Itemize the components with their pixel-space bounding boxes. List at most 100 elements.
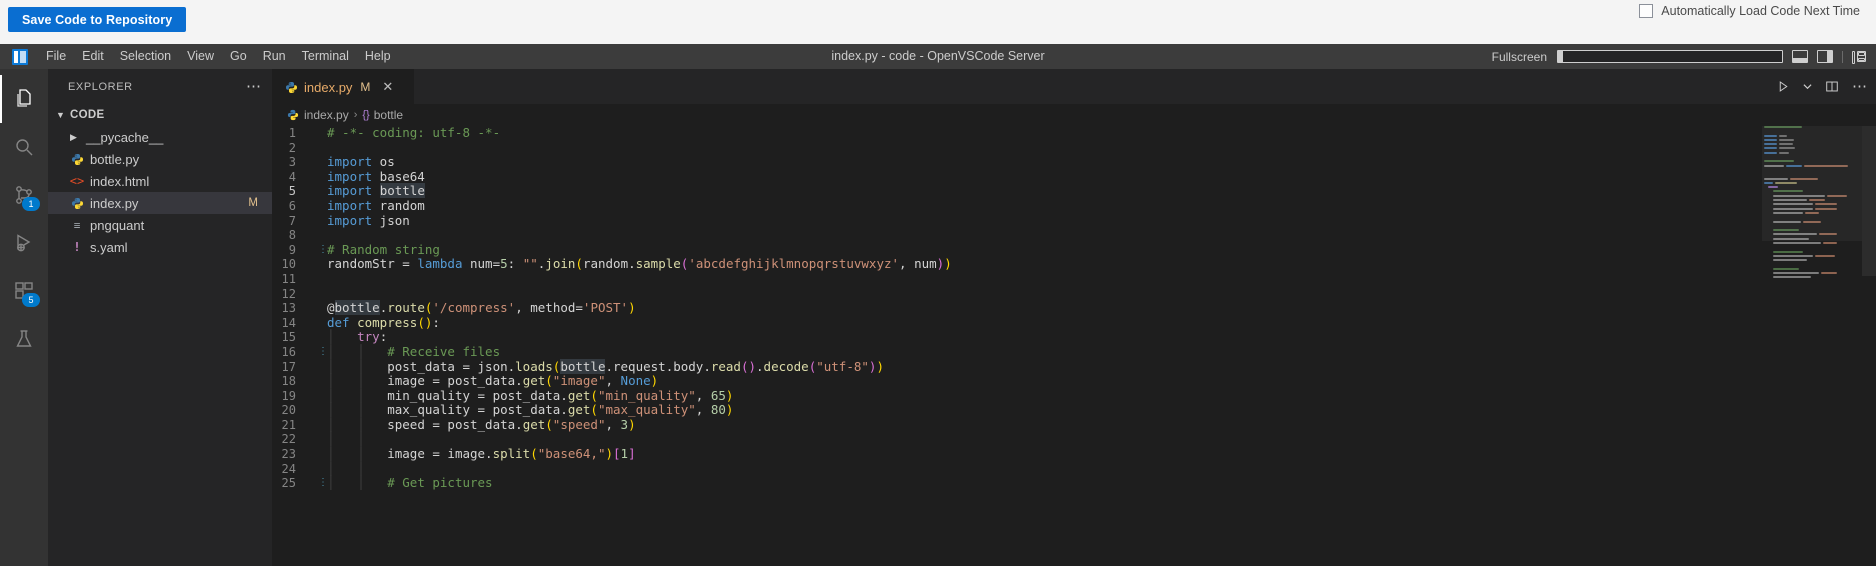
- code-line-7: 7 import json: [272, 212, 1876, 229]
- line-content: import json: [327, 212, 410, 228]
- fold-gutter[interactable]: ⋮: [318, 243, 328, 258]
- python-file-icon: [284, 80, 298, 94]
- fold-gutter[interactable]: [318, 330, 327, 345]
- line-number: 16: [281, 344, 296, 359]
- line-content: │ │: [327, 460, 365, 476]
- fold-gutter[interactable]: [318, 316, 327, 331]
- folder-root-code[interactable]: ▼ CODE: [48, 104, 272, 126]
- save-code-to-repository-button[interactable]: Save Code to Repository: [8, 7, 187, 32]
- code-line-3: 3 import os: [272, 154, 1876, 170]
- more-actions-icon[interactable]: ⋯: [1852, 79, 1868, 94]
- minimap-slider[interactable]: [1762, 126, 1862, 241]
- breadcrumb-file[interactable]: index.py: [286, 108, 349, 122]
- tree-item-pycache[interactable]: ▶ __pycache__: [48, 126, 272, 148]
- fold-gutter[interactable]: [318, 126, 327, 141]
- code-line-22: 22 │ │: [272, 432, 1876, 447]
- fold-gutter[interactable]: [318, 184, 327, 199]
- workbench: 1 5 EXPLORER ⋯ ▼ CODE ▶ __pycache__ bott…: [0, 69, 1876, 566]
- python-file-icon: [286, 108, 300, 122]
- line-content: │ │ max_quality = post_data.get("max_qua…: [327, 402, 734, 418]
- run-debug-icon: [17, 234, 31, 252]
- activitybar-item-source-control[interactable]: 1: [0, 171, 48, 219]
- fold-gutter[interactable]: [318, 214, 327, 229]
- activitybar-item-run-and-debug[interactable]: [0, 219, 48, 267]
- fold-gutter[interactable]: [318, 432, 327, 447]
- editor-group: index.py M ✕ ⋯ index.py › {} bottle 1 # …: [272, 69, 1876, 566]
- breadcrumb-symbol[interactable]: {} bottle: [362, 108, 403, 122]
- code-line-10: 10 randomStr = lambda num=5: "".join(rand…: [272, 257, 1876, 272]
- fold-gutter[interactable]: [318, 389, 327, 404]
- run-python-file-icon[interactable]: [1777, 80, 1790, 93]
- fold-gutter[interactable]: [318, 228, 327, 243]
- menu-view[interactable]: View: [179, 44, 222, 69]
- menu-selection[interactable]: Selection: [112, 44, 179, 69]
- tree-item-bottle-py[interactable]: bottle.py: [48, 148, 272, 170]
- line-content: import bottle: [327, 183, 425, 199]
- fold-gutter[interactable]: ⋮: [318, 345, 328, 360]
- fold-gutter[interactable]: [318, 199, 327, 214]
- activitybar-item-search[interactable]: [0, 123, 48, 171]
- fold-gutter[interactable]: [318, 170, 327, 185]
- toggle-panel-icon[interactable]: [1792, 50, 1808, 63]
- line-number: 20: [281, 403, 296, 418]
- toggle-secondary-sidebar-icon[interactable]: [1817, 50, 1833, 63]
- menu-help[interactable]: Help: [357, 44, 399, 69]
- fold-gutter[interactable]: ⋮: [318, 476, 328, 491]
- title-bar-right: Fullscreen: [1492, 44, 1866, 69]
- ellipsis-icon[interactable]: ⋯: [246, 79, 262, 94]
- autoload-checkbox[interactable]: [1639, 4, 1654, 18]
- menu-run[interactable]: Run: [255, 44, 294, 69]
- fold-gutter[interactable]: [318, 462, 327, 477]
- menu-bar: File Edit Selection View Go Run Terminal…: [38, 44, 399, 69]
- breadcrumb: index.py › {} bottle: [272, 104, 1876, 126]
- split-editor-right-icon[interactable]: [1825, 80, 1839, 93]
- fold-gutter[interactable]: [318, 155, 327, 170]
- fold-gutter[interactable]: [318, 141, 327, 156]
- code-editor[interactable]: 1 # -*- coding: utf-8 -*- 2 3 import os 4 i…: [272, 126, 1876, 566]
- search-icon: [16, 139, 33, 156]
- fold-gutter[interactable]: [318, 257, 327, 272]
- line-number: 2: [288, 140, 296, 155]
- chevron-down-icon[interactable]: [1803, 82, 1812, 91]
- tree-item-pngquant[interactable]: ≡ pngquant: [48, 214, 272, 236]
- activitybar-item-testing[interactable]: [0, 315, 48, 363]
- editor-tab-index-py[interactable]: index.py M ✕: [272, 69, 414, 104]
- scrollbar-thumb[interactable]: [1862, 126, 1876, 276]
- fold-gutter[interactable]: [318, 287, 327, 302]
- close-icon[interactable]: ✕: [382, 79, 393, 95]
- code-line-12: 12: [272, 287, 1876, 302]
- activitybar-item-extensions[interactable]: 5: [0, 267, 48, 315]
- line-content: [327, 228, 1876, 243]
- line-number: 11: [281, 271, 296, 286]
- menu-go[interactable]: Go: [222, 44, 255, 69]
- menu-terminal[interactable]: Terminal: [294, 44, 357, 69]
- folder-root-label: CODE: [70, 109, 105, 121]
- line-content: │ │ # Get pictures: [327, 475, 493, 491]
- fold-gutter[interactable]: [318, 403, 327, 418]
- activitybar-item-explorer[interactable]: [0, 75, 48, 123]
- menu-file[interactable]: File: [38, 44, 74, 69]
- tree-item-index-py[interactable]: index.py M: [48, 192, 272, 214]
- line-number: 12: [281, 286, 296, 301]
- chevron-right-icon: ▶: [70, 131, 77, 142]
- fullscreen-label[interactable]: Fullscreen: [1492, 50, 1547, 64]
- customize-layout-icon[interactable]: [1852, 51, 1866, 64]
- line-number: 6: [288, 198, 296, 213]
- editor-scrollbar-vertical[interactable]: [1862, 126, 1876, 566]
- fold-gutter[interactable]: [318, 447, 327, 462]
- title-bar: File Edit Selection View Go Run Terminal…: [0, 44, 1876, 69]
- tree-item-index-html[interactable]: <> index.html: [48, 170, 272, 192]
- toggle-primary-sidebar-icon[interactable]: [1557, 50, 1783, 63]
- line-number: 25: [281, 476, 296, 491]
- yaml-file-icon: !: [73, 240, 81, 254]
- menu-edit[interactable]: Edit: [74, 44, 112, 69]
- fold-gutter[interactable]: [318, 418, 327, 433]
- fold-gutter[interactable]: [318, 272, 327, 287]
- tree-item-s-yaml[interactable]: ! s.yaml: [48, 236, 272, 258]
- fold-gutter[interactable]: [318, 374, 327, 389]
- fold-gutter[interactable]: [318, 360, 327, 375]
- code-line-5: 5 import bottle: [272, 183, 1876, 199]
- explorer-header: EXPLORER ⋯: [48, 69, 272, 104]
- tree-item-label: s.yaml: [90, 239, 128, 255]
- fold-gutter[interactable]: [318, 301, 327, 316]
